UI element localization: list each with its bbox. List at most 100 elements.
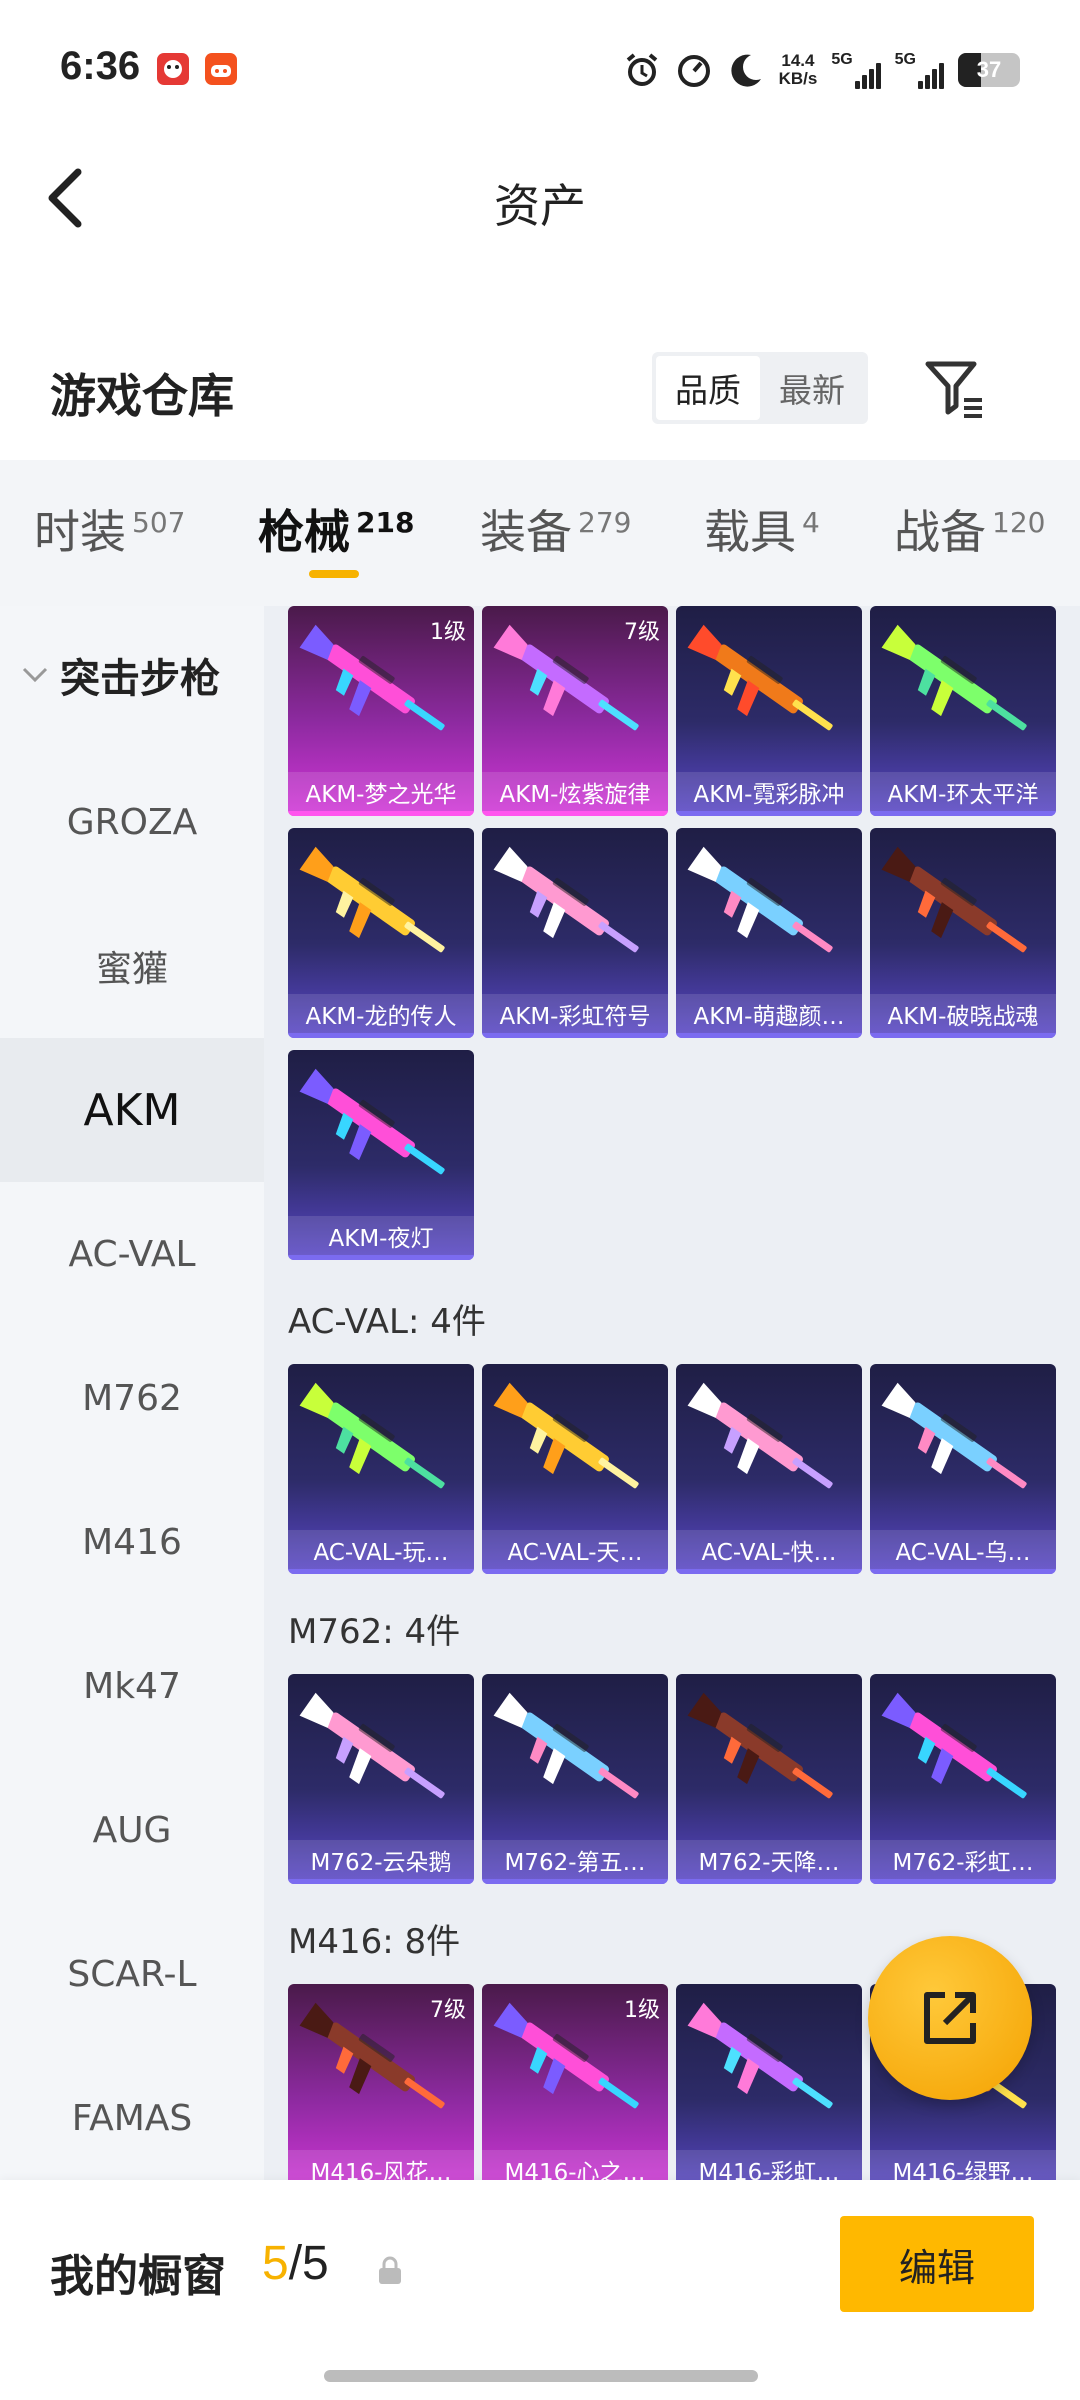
sidebar-item-mk47[interactable]: Mk47 (0, 1614, 264, 1758)
akm-skin-card[interactable]: AKM-环太平洋 (870, 606, 1056, 816)
sort-by-quality[interactable]: 品质 (656, 356, 760, 420)
weapon-skin-image (493, 1382, 639, 1489)
akm-skin-card[interactable]: AKM-夜灯 (288, 1050, 474, 1260)
showcase-count-current: 5 (262, 2237, 289, 2290)
weapon-skin-image (687, 2002, 833, 2109)
showcase-label: 我的橱窗 (50, 2251, 226, 2302)
weapon-skin-image (299, 1068, 445, 1175)
status-bar: 6:36 14.4 KB/s 5G 5G 37 (0, 0, 1080, 140)
game-notification-icon (205, 53, 237, 85)
skin-name: M762-第五… (482, 1840, 668, 1884)
akm-skin-card[interactable]: AKM-霓彩脉冲 (676, 606, 862, 816)
m762-skin-card[interactable]: M762-天降… (676, 1674, 862, 1884)
edit-showcase-button[interactable]: 编辑 (840, 2216, 1034, 2312)
sort-by-newest[interactable]: 最新 (760, 356, 864, 420)
m416-skin-card[interactable]: 7级 M416-风花… (288, 1984, 474, 2180)
battery-indicator: 37 (958, 53, 1020, 87)
tab-supplies[interactable]: 战备 120 (894, 496, 1045, 566)
ac-val-skin-card[interactable]: AC-VAL-天… (482, 1364, 668, 1574)
akm-skin-card[interactable]: AKM-龙的传人 (288, 828, 474, 1038)
showcase-bar: 我的橱窗 5/5 编辑 (0, 2180, 1080, 2400)
m762-skin-card[interactable]: M762-第五… (482, 1674, 668, 1884)
skin-name: AKM-萌趣颜… (676, 994, 862, 1038)
tab-count: 279 (578, 506, 632, 539)
page-title: 资产 (494, 179, 586, 233)
tab-count: 218 (356, 506, 415, 539)
tab-vehicles[interactable]: 载具 4 (704, 496, 820, 566)
akm-skin-card[interactable]: 7级 AKM-炫紫旋律 (482, 606, 668, 816)
sidebar-item-groza[interactable]: GROZA (0, 750, 264, 894)
ac-val-skin-card[interactable]: AC-VAL-乌… (870, 1364, 1056, 1574)
skin-name: AKM-炫紫旋律 (482, 772, 668, 816)
m762-skin-card[interactable]: M762-云朵鹅 (288, 1674, 474, 1884)
weapon-skin-image (881, 846, 1027, 953)
sidebar-item-honey-badger[interactable]: 蜜獾 (0, 894, 264, 1038)
external-share-icon (924, 1992, 976, 2044)
m762-skin-card[interactable]: M762-彩虹… (870, 1674, 1056, 1884)
tab-label: 战备 (894, 505, 986, 559)
weapon-skin-image (687, 624, 833, 731)
tab-label: 装备 (480, 505, 572, 559)
active-tab-indicator (309, 570, 359, 578)
m416-skin-card[interactable]: 1级 M416-心之… (482, 1984, 668, 2180)
sidebar-item-akm[interactable]: AKM (0, 1038, 264, 1182)
akm-skin-card[interactable]: AKM-破晓战魂 (870, 828, 1056, 1038)
network-speed: 14.4 KB/s (779, 52, 818, 88)
alarm-icon (626, 53, 657, 86)
home-indicator[interactable] (324, 2370, 758, 2382)
m416-skin-card[interactable]: M416-彩虹… (676, 1984, 862, 2180)
status-time: 6:36 (60, 44, 141, 88)
signal-strength-sim1: 5G (831, 51, 881, 89)
sidebar-item-m416[interactable]: M416 (0, 1470, 264, 1614)
ac-val-skin-card[interactable]: AC-VAL-玩… (288, 1364, 474, 1574)
tab-equipment[interactable]: 装备 279 (480, 496, 631, 566)
battery-level: 37 (976, 57, 1002, 82)
weapon-skin-image (299, 1382, 445, 1489)
sidebar-item-m762[interactable]: M762 (0, 1326, 264, 1470)
skin-name: M416-绿野… (870, 2150, 1056, 2180)
skin-name: M416-风花… (288, 2150, 474, 2180)
lock-icon (379, 2256, 401, 2284)
skin-name: AKM-环太平洋 (870, 772, 1056, 816)
weapon-skin-image (881, 1382, 1027, 1489)
filter-icon (925, 361, 982, 418)
tab-outfits[interactable]: 时装 507 (34, 496, 185, 566)
tab-weapons[interactable]: 枪械 218 (258, 496, 414, 566)
signal-type-label: 5G (894, 51, 916, 68)
weapon-skin-image (687, 1382, 833, 1489)
skin-name: AKM-破晓战魂 (870, 994, 1056, 1038)
warehouse-header: 游戏仓库 品质 最新 (0, 330, 1080, 450)
weapon-skin-image (687, 846, 833, 953)
skin-name: AKM-夜灯 (288, 1216, 474, 1260)
akm-skin-card[interactable]: 1级 AKM-梦之光华 (288, 606, 474, 816)
ac-val-skin-card[interactable]: AC-VAL-快… (676, 1364, 862, 1574)
skin-name: AKM-梦之光华 (288, 772, 474, 816)
weapon-skin-image (299, 1692, 445, 1799)
sidebar-group-label: 突击步枪 (60, 656, 220, 702)
skin-name: M762-彩虹… (870, 1840, 1056, 1884)
skin-name: AC-VAL-快… (676, 1530, 862, 1574)
skin-name: AKM-霓彩脉冲 (676, 772, 862, 816)
status-indicators: 14.4 KB/s 5G 5G 37 (623, 48, 1020, 92)
skin-name: AKM-彩虹符号 (482, 994, 668, 1038)
sidebar-item-ac-val[interactable]: AC-VAL (0, 1182, 264, 1326)
sidebar-item-famas[interactable]: FAMAS (0, 2046, 264, 2190)
group-label-ac-val: AC-VAL: 4件 (288, 1302, 486, 1342)
sidebar-group-assault-rifles[interactable]: 突击步枪 (20, 646, 220, 704)
weapon-skin-image (493, 846, 639, 953)
do-not-disturb-moon-icon (730, 54, 761, 87)
showcase-count-separator: / (288, 2237, 303, 2290)
sidebar-item-scar-l[interactable]: SCAR-L (0, 1902, 264, 2046)
network-speed-unit: KB/s (778, 69, 818, 88)
sort-toggle: 品质 最新 (652, 352, 868, 424)
tab-count: 4 (802, 506, 820, 539)
akm-skin-card[interactable]: AKM-彩虹符号 (482, 828, 668, 1038)
filter-button[interactable] (920, 354, 990, 424)
skin-name: AC-VAL-玩… (288, 1530, 474, 1574)
share-button[interactable] (868, 1936, 1032, 2100)
akm-skin-card[interactable]: AKM-萌趣颜… (676, 828, 862, 1038)
sidebar-item-aug[interactable]: AUG (0, 1758, 264, 1902)
top-navigation: 资产 (0, 140, 1080, 260)
skin-name: M762-天降… (676, 1840, 862, 1884)
signal-strength-sim2: 5G (895, 51, 944, 89)
